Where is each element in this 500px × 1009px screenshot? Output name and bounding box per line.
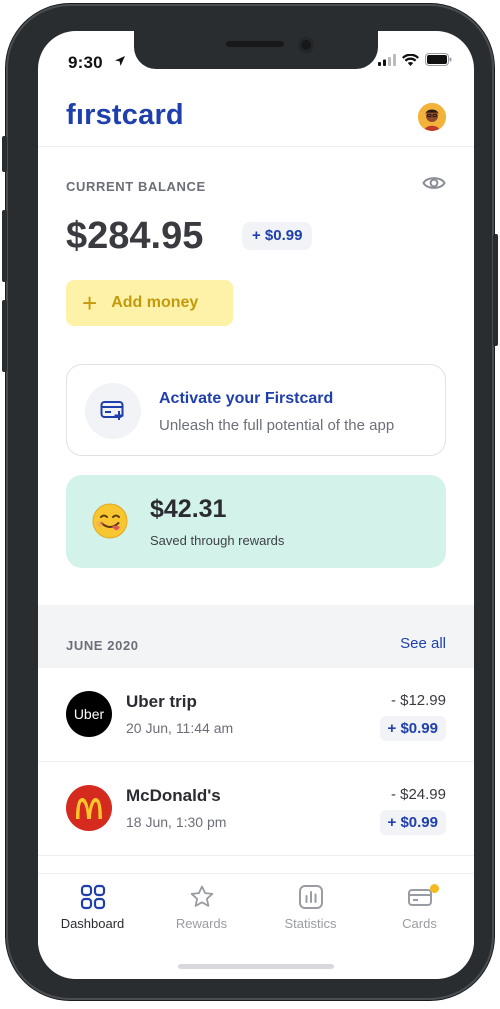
tab-statistics[interactable]: Statistics	[256, 874, 365, 938]
eye-icon[interactable]	[422, 171, 446, 195]
balance-amount: $284.95	[66, 215, 204, 257]
add-money-button[interactable]: + Add money	[66, 280, 233, 326]
tab-label: Statistics	[284, 916, 337, 931]
add-money-label: Add money	[111, 294, 199, 311]
front-camera	[298, 37, 314, 53]
user-avatar[interactable]	[418, 103, 446, 131]
tab-cards[interactable]: Cards	[365, 874, 474, 938]
power-button	[493, 234, 498, 346]
wifi-icon	[402, 53, 419, 66]
rewards-amount: $42.31	[150, 495, 227, 523]
tab-dashboard[interactable]: Dashboard	[38, 874, 147, 938]
transaction-amount: - $24.99	[390, 786, 446, 803]
activate-subtitle: Unleash the full potential of the app	[159, 417, 395, 434]
card-add-icon	[100, 401, 124, 420]
transaction-merchant: McDonald's	[126, 786, 221, 805]
balance-label: CURRENT BALANCE	[66, 179, 206, 194]
activate-title: Activate your Firstcard	[159, 390, 334, 407]
star-icon	[190, 885, 214, 907]
transactions-month-title: JUNE 2020	[66, 638, 139, 653]
uber-logo-text: Uber	[73, 706, 105, 722]
speaker-grille	[226, 41, 284, 47]
avatar-illustration	[418, 103, 446, 131]
transaction-row[interactable]: Uber Uber trip 20 Jun, 11:44 am - $12.99…	[38, 668, 474, 762]
rewards-savings-card[interactable]: $42.31 Saved through rewards	[66, 475, 446, 568]
tab-rewards[interactable]: Rewards	[147, 874, 256, 938]
golden-arches-icon	[76, 798, 102, 819]
app-header: fırstcard	[38, 91, 474, 147]
volume-down-button	[2, 300, 7, 372]
location-arrow-icon	[115, 56, 125, 66]
transaction-amount: - $12.99	[390, 692, 446, 709]
home-indicator[interactable]	[178, 964, 334, 969]
transaction-reward-badge: + $0.99	[379, 810, 446, 835]
bar-chart-icon	[299, 885, 323, 909]
uber-logo: Uber	[66, 691, 112, 737]
transaction-date: 18 Jun, 1:30 pm	[126, 814, 227, 830]
mute-switch	[2, 136, 7, 172]
app-screen: 9:30 fırstcard CURRENT BALANCE $284.95 +…	[38, 31, 474, 979]
mcdonalds-logo	[66, 785, 112, 831]
notification-dot	[430, 884, 439, 893]
activate-icon-circle	[85, 383, 141, 439]
balance-change-badge: + $0.99	[242, 222, 313, 250]
grid-icon	[80, 884, 106, 910]
transaction-date: 20 Jun, 11:44 am	[126, 720, 234, 736]
plus-icon: +	[82, 288, 98, 318]
battery-icon	[425, 53, 452, 66]
tab-label: Dashboard	[60, 916, 125, 931]
tab-label: Rewards	[175, 916, 228, 931]
rewards-subtitle: Saved through rewards	[150, 533, 285, 548]
status-time: 9:30	[68, 53, 103, 72]
transactions-section-header: JUNE 2020 See all	[38, 605, 474, 668]
transaction-merchant: Uber trip	[126, 692, 197, 711]
tab-label: Cards	[402, 916, 437, 931]
savoring-face-emoji	[92, 503, 128, 539]
volume-up-button	[2, 210, 7, 282]
app-logo: fırstcard	[66, 99, 184, 131]
transaction-reward-badge: + $0.99	[379, 716, 446, 741]
cellular-signal-icon	[378, 53, 396, 66]
status-icons	[378, 53, 452, 66]
activate-card-banner[interactable]: Activate your Firstcard Unleash the full…	[66, 364, 446, 456]
transaction-row[interactable]: McDonald's 18 Jun, 1:30 pm - $24.99 + $0…	[38, 762, 474, 856]
phone-frame: 9:30 fırstcard CURRENT BALANCE $284.95 +…	[2, 4, 498, 1000]
see-all-link[interactable]: See all	[400, 635, 446, 652]
device-notch	[134, 31, 378, 69]
